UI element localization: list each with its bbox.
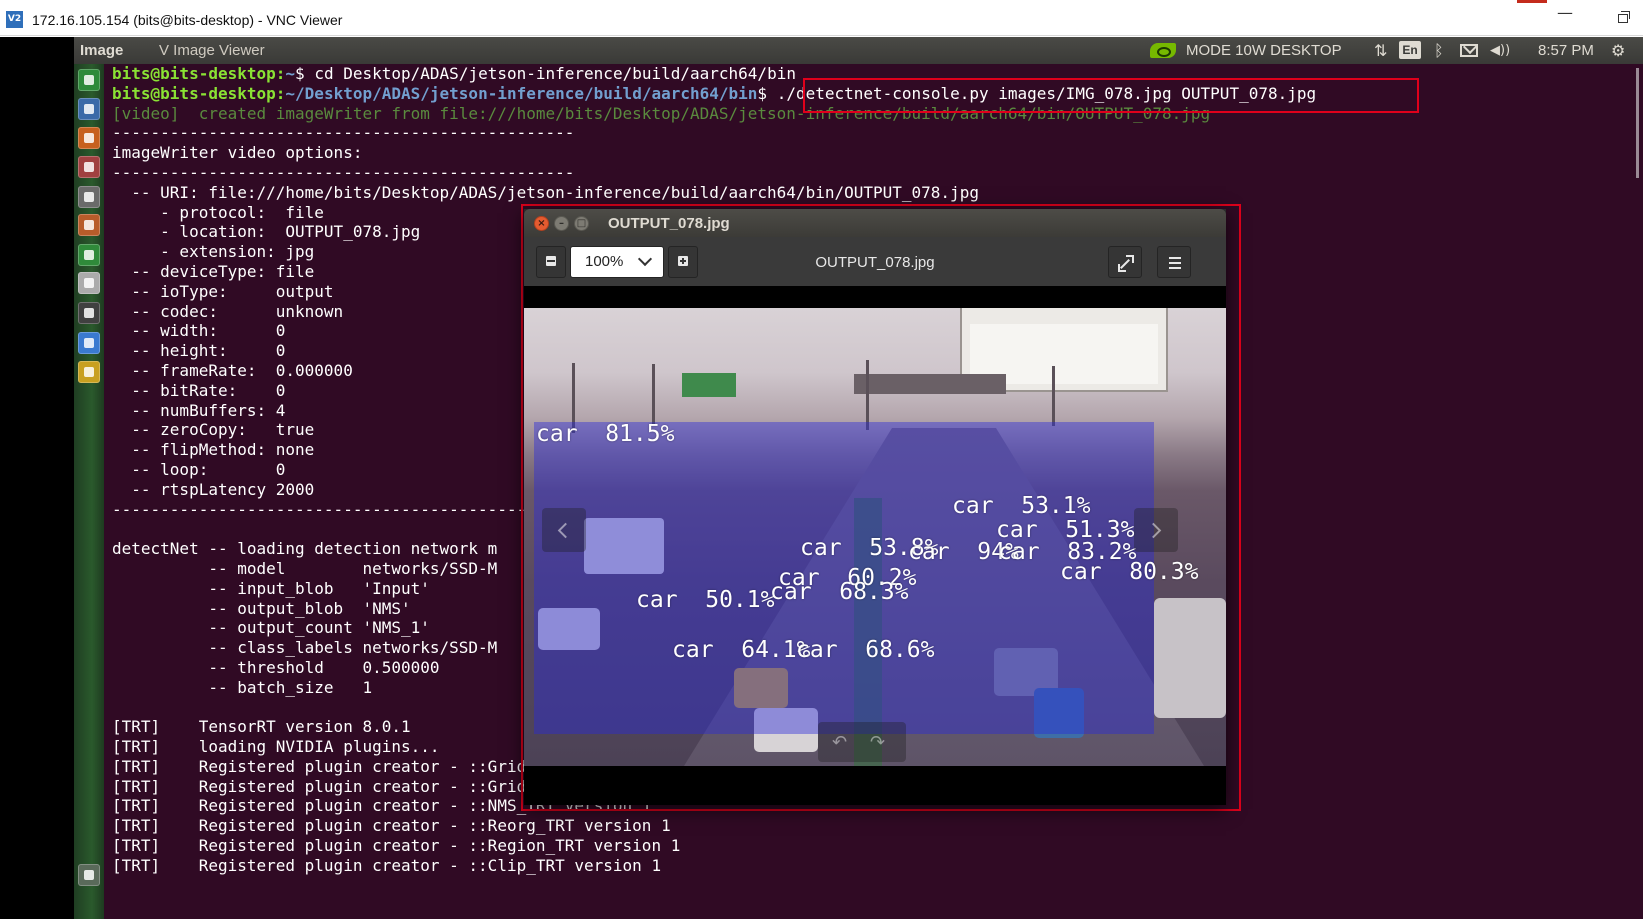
white-car-right [1154,598,1226,718]
detection-label: car 68.3% [770,579,909,605]
street-light [1052,366,1055,426]
remote-desktop[interactable]: Image V Image Viewer MODE 10W DESKTOP ⇅ … [0,37,1643,919]
vnc-close-accent [1517,0,1547,3]
prompt-user: bits@bits-desktop [112,83,276,103]
detection-label: car 64.1% [672,637,811,663]
image-canvas[interactable]: car 81.5% car 53.1% car 51.3% car 53.8% car … [524,286,1226,805]
terminal-line: imageWriter video options: [112,143,363,163]
rotate-left-button[interactable]: ↶ [832,732,847,753]
bluetooth-icon[interactable]: ᛒ [1434,41,1444,60]
plus-icon-vertical [682,258,684,264]
disks-icon[interactable] [78,186,100,208]
active-app-name[interactable]: Image [80,42,123,59]
prompt-path: ~/Desktop/ADAS/jetson-inference/build/aa… [285,83,758,103]
text-editor-icon[interactable] [78,127,100,149]
overpass [854,374,1006,394]
detection-label: car 68.6% [796,637,935,663]
prompt-dollar: $ [757,83,768,103]
vnc-logo-icon: V2 [6,11,23,28]
command-text: cd Desktop/ADAS/jetson-inference/build/a… [304,64,796,83]
traffic-photo: car 81.5% car 53.1% car 51.3% car 53.8% car … [524,308,1226,766]
system-settings-icon[interactable] [78,69,100,91]
remote-left-margin [0,37,74,919]
zoom-out-button[interactable] [536,246,566,278]
network-icon[interactable]: ⇅ [1374,41,1387,60]
app-menu[interactable]: V Image Viewer [159,42,265,59]
tools-icon[interactable] [78,156,100,178]
nvidia-logo-icon[interactable] [1150,43,1176,58]
terminal-line: [TRT] Registered plugin creator - ::Clip… [112,855,662,875]
prompt-colon: : [275,64,286,83]
street-light [652,364,655,424]
prompt-path: ~ [285,64,296,83]
spreadsheet-icon[interactable] [78,244,100,266]
hamburger-menu-icon [1169,257,1181,259]
terminal-line: [TRT] Registered plugin creator - ::Reor… [112,816,671,836]
terminal-line: [TRT] Registered plugin creator - ::Regi… [112,836,681,856]
rotate-controls: ↶ ↷ [818,722,906,762]
fullscreen-icon-arrow-tr [1126,255,1134,263]
terminal-icon[interactable] [78,302,100,324]
clock[interactable]: 8:57 PM [1538,42,1594,59]
hamburger-menu-button[interactable] [1157,246,1191,278]
hamburger-menu-icon-bottom [1169,267,1181,269]
photos-icon[interactable] [78,361,100,383]
terminal-line: ----------------------------------------… [112,162,575,182]
rotate-right-button[interactable]: ↷ [870,732,885,753]
detection-label: car 50.1% [636,587,775,613]
detection-label: car 80.3% [1060,559,1199,585]
window-maximize-button[interactable]: □ [574,216,589,231]
files-icon[interactable] [78,98,100,120]
terminal-scrollbar[interactable] [1636,68,1639,178]
prompt-user: bits@bits-desktop [112,64,276,83]
top-panel: Image V Image Viewer MODE 10W DESKTOP ⇅ … [74,37,1643,64]
terminal-line: -- URI: file:///home/bits/Desktop/ADAS/j… [112,182,979,202]
zoom-in-button[interactable] [668,246,698,278]
window-minimize-button[interactable]: – [554,216,569,231]
hamburger-menu-icon-mid [1169,262,1181,264]
previous-image-button[interactable] [542,508,586,552]
volume-icon[interactable]: ◀)) [1490,43,1510,58]
keyboard-language-indicator[interactable]: En [1399,41,1421,59]
next-image-button[interactable] [1134,508,1178,552]
detection-label: car 53.1% [952,493,1091,519]
image-viewer-window[interactable]: × – □ OUTPUT_078.jpg OUTPUT_078.jpg 100% [524,209,1226,805]
vnc-titlebar: V2 172.16.105.154 (bits@bits-desktop) - … [0,0,1643,36]
window-close-button[interactable]: × [534,216,549,231]
command-highlight-box [803,78,1419,113]
fullscreen-button[interactable] [1108,246,1142,278]
vnc-window-title: 172.16.105.154 (bits@bits-desktop) - VNC… [32,12,343,28]
zoom-level-value: 100% [585,253,624,270]
detection-label: car 81.5% [536,421,675,447]
power-mode-indicator[interactable]: MODE 10W DESKTOP [1186,42,1342,59]
chevron-down-icon [637,251,653,267]
street-light [866,360,869,430]
prompt-dollar: $ [295,64,305,83]
terminal-line: ----------------------------------------… [112,123,575,143]
zoom-level-select[interactable]: 100% [570,246,664,278]
viewer-titlebar[interactable]: × – □ OUTPUT_078.jpg [524,209,1226,237]
viewer-window-title: OUTPUT_078.jpg [608,215,730,232]
viewer-toolbar: OUTPUT_078.jpg 100% [524,237,1226,287]
mail-icon[interactable] [1460,44,1478,57]
document-icon[interactable] [78,272,100,294]
green-billboard [682,373,736,397]
launcher-dock [74,64,104,919]
vnc-minimize-button[interactable]: — [1557,3,1573,22]
trash-icon[interactable] [78,864,100,886]
fullscreen-icon-arrow-bl [1118,264,1126,272]
archive-icon[interactable] [78,214,100,236]
vnc-restore-button[interactable] [1618,11,1630,23]
prompt-colon: : [275,83,286,103]
browser-icon[interactable] [78,332,100,354]
settings-gear-icon[interactable]: ⚙ [1611,41,1625,60]
